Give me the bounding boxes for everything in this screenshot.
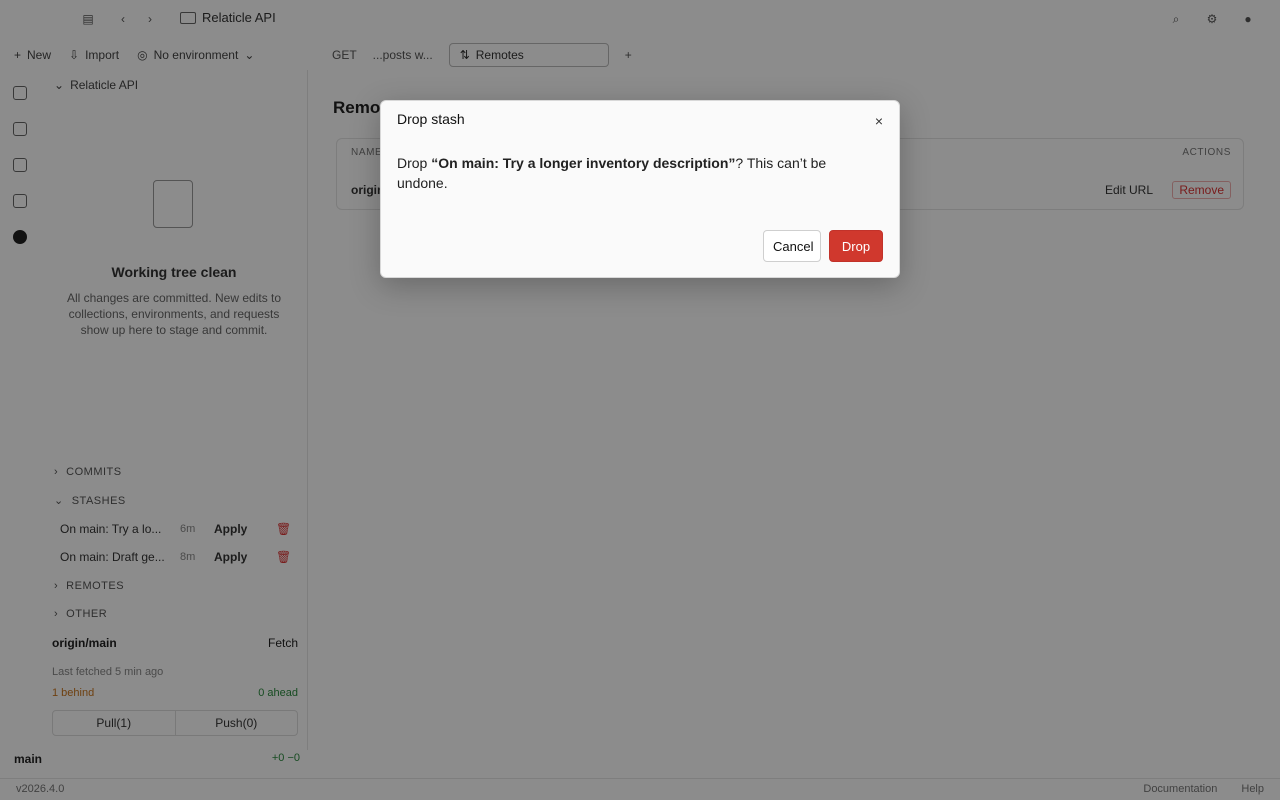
dialog-message: Drop “On main: Try a longer inventory de… (397, 155, 827, 191)
dialog-actions: Cancel Drop (763, 230, 883, 262)
close-icon[interactable]: × (871, 113, 887, 129)
drop-stash-dialog: Drop stash × Drop “On main: Try a longer… (380, 100, 900, 278)
drop-button[interactable]: Drop (829, 230, 883, 262)
cancel-button[interactable]: Cancel (763, 230, 821, 262)
dialog-title: Drop stash (397, 111, 465, 127)
stash-name: “On main: Try a longer inventory descrip… (431, 155, 736, 171)
